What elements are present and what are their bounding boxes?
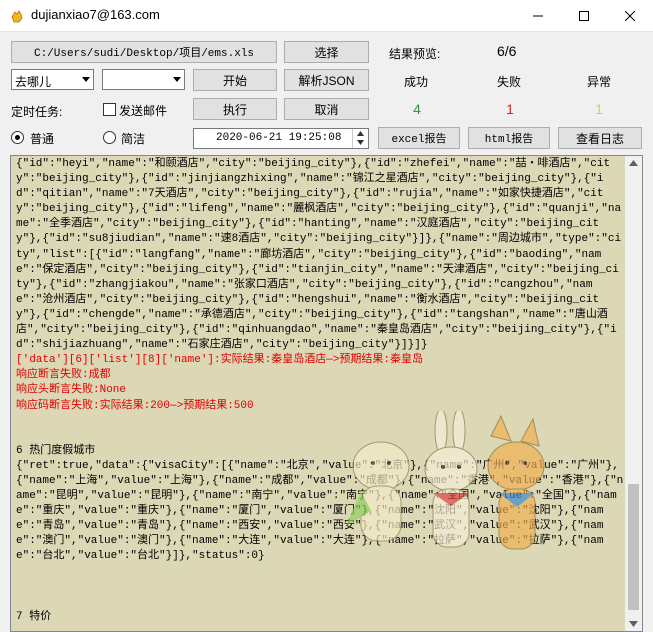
success-label: 成功 xyxy=(404,75,429,89)
log-section-title: 6 热门度假城市 xyxy=(16,444,96,457)
window-title: dujianxiao7@163.com xyxy=(31,7,160,22)
success-count: 4 xyxy=(413,101,421,117)
result-preview-label: 结果预览: xyxy=(389,47,441,61)
close-button[interactable] xyxy=(607,0,653,31)
spin-down-icon xyxy=(357,140,364,145)
fail-count: 1 xyxy=(506,101,514,117)
excel-report-button[interactable]: excel报告 xyxy=(378,127,460,149)
execute-button[interactable]: 执行 xyxy=(193,98,277,120)
scheduled-task-label: 定时任务: xyxy=(11,105,63,119)
minimize-icon xyxy=(533,15,543,16)
datetime-picker[interactable]: 2020-06-21 19:25:08 xyxy=(193,128,369,149)
file-path-button[interactable]: C:/Users/sudi/Desktop/项目/ems.xls xyxy=(11,41,277,63)
maximize-button[interactable] xyxy=(561,0,607,31)
mode-normal-label: 普通 xyxy=(30,132,55,146)
log-output[interactable]: {"id":"heyi","name":"和颐酒店","city":"beiji… xyxy=(10,155,643,632)
maximize-icon xyxy=(579,10,589,21)
error-label: 异常 xyxy=(587,75,612,89)
title-bar: dujianxiao7@163.com xyxy=(0,0,653,32)
send-email-checkbox[interactable] xyxy=(103,103,116,116)
mode-normal-radio[interactable] xyxy=(11,131,24,144)
mascot-watermark-image xyxy=(346,411,545,550)
log-scrollbar[interactable] xyxy=(625,156,642,631)
view-log-button[interactable]: 查看日志 xyxy=(558,127,642,149)
close-icon xyxy=(625,10,635,21)
chevron-down-icon xyxy=(82,77,90,82)
result-preview-value: 6/6 xyxy=(497,43,517,59)
datetime-value: 2020-06-21 19:25:08 xyxy=(216,132,342,144)
cancel-button[interactable]: 取消 xyxy=(284,98,369,120)
mode-simple-label: 简洁 xyxy=(121,132,146,146)
chevron-down-icon xyxy=(173,77,181,82)
minimize-button[interactable] xyxy=(515,0,561,31)
log-section-title: 7 特价 xyxy=(16,610,52,623)
log-error-line: 响应头断言失败:None xyxy=(16,384,127,397)
app-hand-icon xyxy=(11,10,23,23)
select-file-button[interactable]: 选择 xyxy=(284,41,369,63)
fail-label: 失败 xyxy=(497,75,522,89)
log-error-line: 响应断言失败:成都 xyxy=(16,369,111,382)
destination-select[interactable]: 去哪儿 xyxy=(11,69,94,90)
mode-simple-radio[interactable] xyxy=(103,131,116,144)
scrollbar-thumb[interactable] xyxy=(628,484,639,610)
error-count: 1 xyxy=(595,101,603,117)
log-block-hotels: {"id":"heyi","name":"和颐酒店","city":"beiji… xyxy=(16,158,622,352)
html-report-button[interactable]: html报告 xyxy=(468,127,550,149)
log-error-line: ['data'][6]['list'][8]['name']:实际结果:秦皇岛酒… xyxy=(16,354,424,367)
start-button[interactable]: 开始 xyxy=(193,69,277,91)
secondary-select[interactable] xyxy=(102,69,185,90)
scroll-up-icon[interactable] xyxy=(629,160,638,166)
log-error-line: 响应码断言失败:实际结果:200—>预期结果:500 xyxy=(16,399,254,412)
destination-select-value: 去哪儿 xyxy=(15,75,52,89)
send-email-label: 发送邮件 xyxy=(119,104,168,118)
datetime-spinner[interactable] xyxy=(352,129,368,148)
spin-up-icon xyxy=(357,131,364,136)
parse-json-button[interactable]: 解析JSON xyxy=(284,69,369,91)
scroll-down-icon[interactable] xyxy=(629,621,638,627)
